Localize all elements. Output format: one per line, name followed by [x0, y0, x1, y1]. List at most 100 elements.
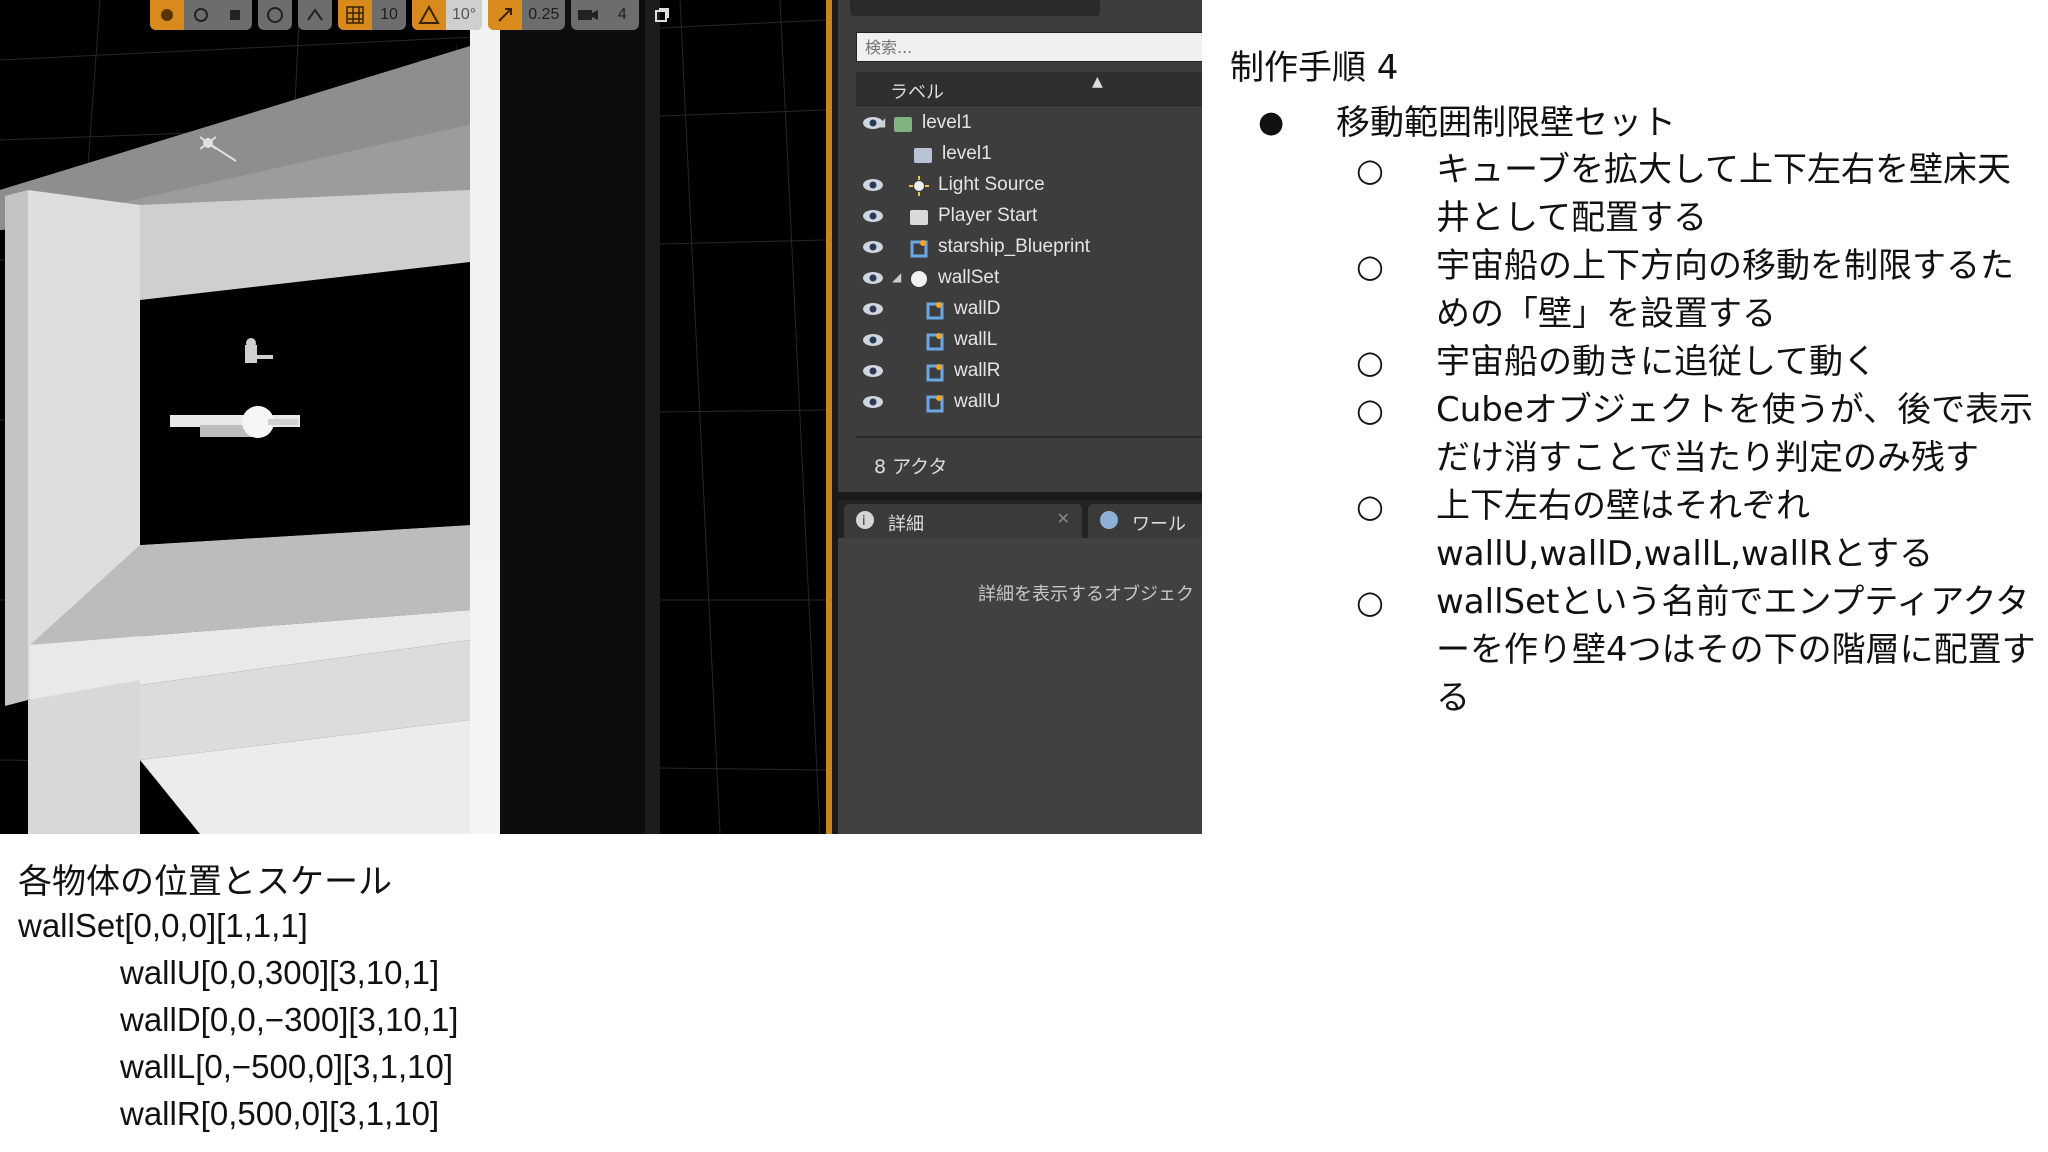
details-panel: 詳細を表示するオブジェク	[838, 538, 1202, 834]
actor-count: 8 アクタ	[874, 456, 948, 478]
transforms-list: wallSet[0,0,0][1,1,1] wallU[0,0,300][3,1…	[18, 902, 458, 1137]
outliner-row[interactable]: ◢ level1	[856, 108, 1202, 139]
grid-icon	[346, 6, 364, 24]
outliner-item-label: wallR	[954, 360, 1001, 381]
circle-bullet-icon: ○	[1356, 247, 1384, 285]
circle-bullet-icon: ○	[1356, 583, 1384, 621]
rotate-mode-button[interactable]	[184, 0, 218, 30]
list-item: ○ wallSetという名前でエンプティアクターを作り壁4つはその下の階層に配置す…	[1250, 578, 2040, 722]
transform-line: wallL[0,−500,0][3,1,10]	[120, 1048, 453, 1085]
surface-snap-button[interactable]	[298, 0, 332, 30]
steps-title: 制作手順 4	[1230, 48, 1399, 88]
viewport-scene	[0, 0, 826, 834]
scale-snap-icon	[498, 8, 513, 22]
blueprint-icon	[926, 364, 944, 382]
expand-arrow-icon[interactable]: ◢	[892, 270, 901, 284]
steps-heading: 移動範囲制限壁セット	[1336, 103, 1676, 143]
visibility-eye-icon[interactable]	[862, 239, 884, 255]
visibility-eye-icon[interactable]	[862, 270, 884, 286]
world-outliner-area: ラベル ▲ ◢ level1 level1 Light Source Player St…	[826, 0, 1202, 834]
camera-speed-value[interactable]: 4	[605, 0, 639, 30]
outliner-item-label: starship_Blueprint	[938, 236, 1091, 257]
details-tab-bar: i 詳細 ✕ ワール	[838, 500, 1202, 538]
outliner-row[interactable]: wallD	[856, 294, 1202, 325]
outliner-item-label: Light Source	[938, 174, 1045, 195]
blueprint-icon	[926, 333, 944, 351]
outliner-item-label: level1	[942, 143, 992, 164]
empty-actor-icon	[911, 271, 927, 287]
scale-icon	[230, 10, 240, 20]
angle-icon	[418, 5, 440, 24]
translate-mode-button[interactable]	[150, 0, 184, 30]
outliner-tree: ◢ level1 level1 Light Source Player Start sta…	[856, 108, 1202, 418]
tab-world-label: ワール	[1132, 514, 1186, 535]
light-icon	[909, 176, 929, 196]
outliner-row[interactable]: wallL	[856, 325, 1202, 356]
surface-snap-icon	[307, 8, 323, 21]
visibility-eye-icon[interactable]	[862, 177, 884, 193]
outliner-item-label: wallU	[954, 391, 1001, 412]
transform-line: wallU[0,0,300][3,10,1]	[120, 954, 440, 991]
maximize-icon	[655, 8, 670, 22]
tab-world-settings[interactable]: ワール	[1088, 504, 1202, 538]
visibility-eye-icon[interactable]	[862, 363, 884, 379]
rotate-icon	[194, 8, 208, 22]
level-viewport[interactable]: 10 10° 0.25 4	[0, 0, 826, 834]
outliner-row[interactable]: level1	[856, 139, 1202, 170]
outliner-row[interactable]: ◢ wallSet	[856, 263, 1202, 294]
expand-arrow-icon[interactable]: ◢	[876, 115, 885, 129]
viewport-toolbar: 10 10° 0.25 4	[150, 0, 679, 30]
outliner-row[interactable]: wallR	[856, 356, 1202, 387]
outliner-row[interactable]: Player Start	[856, 201, 1202, 232]
steps-heading-item: ● 移動範囲制限壁セット	[1250, 100, 2040, 146]
visibility-eye-icon[interactable]	[862, 208, 884, 224]
globe-icon	[1100, 511, 1118, 529]
bullet-icon: ●	[1258, 105, 1285, 140]
blueprint-icon	[910, 240, 928, 258]
close-icon[interactable]: ✕	[1057, 509, 1070, 528]
panel-border	[826, 0, 832, 834]
camera-icon	[578, 10, 599, 20]
outliner-row[interactable]: starship_Blueprint	[856, 232, 1202, 263]
outliner-tab[interactable]	[850, 0, 1100, 16]
camera-speed-button[interactable]	[571, 0, 605, 30]
circle-bullet-icon: ○	[1356, 151, 1384, 189]
steps-list: ● 移動範囲制限壁セット ○ キューブを拡大して上下左右を壁床天井として配置する …	[1250, 100, 2040, 722]
label-column-header: ラベル	[890, 82, 944, 103]
svg-text:i: i	[862, 514, 866, 529]
outliner-item-label: level1	[922, 112, 972, 133]
rotation-snap-toggle[interactable]	[412, 0, 446, 30]
scale-snap-value[interactable]: 0.25	[522, 0, 565, 30]
rotation-snap-value[interactable]: 10°	[446, 0, 483, 30]
globe-icon	[267, 7, 283, 23]
tab-details[interactable]: i 詳細 ✕	[844, 504, 1082, 538]
list-item: ○ Cubeオブジェクトを使うが、後で表示だけ消すことで当たり判定のみ残す	[1250, 386, 2040, 482]
scale-mode-button[interactable]	[218, 0, 252, 30]
transforms-title: 各物体の位置とスケール	[18, 862, 392, 902]
transform-line: wallR[0,500,0][3,1,10]	[120, 1095, 440, 1132]
world-icon	[894, 117, 912, 132]
level-icon	[914, 148, 932, 163]
visibility-eye-icon[interactable]	[862, 394, 884, 410]
visibility-eye-icon[interactable]	[862, 301, 884, 317]
list-item: ○ 宇宙船の動きに追従して動く	[1250, 338, 2040, 386]
visibility-eye-icon[interactable]	[862, 332, 884, 348]
outliner-item-label: wallL	[954, 329, 998, 350]
transform-line: wallSet[0,0,0][1,1,1]	[18, 907, 308, 944]
move-icon	[161, 9, 173, 21]
grid-snap-value[interactable]: 10	[372, 0, 406, 30]
details-empty-message: 詳細を表示するオブジェク	[978, 584, 1194, 605]
scale-snap-toggle[interactable]	[488, 0, 523, 30]
outliner-row[interactable]: Light Source	[856, 170, 1202, 201]
sort-ascending-icon: ▲	[1092, 74, 1103, 90]
column-header[interactable]: ラベル ▲	[856, 72, 1202, 106]
search-input[interactable]	[856, 32, 1202, 62]
grid-snap-toggle[interactable]	[338, 0, 372, 30]
list-item: ○ 上下左右の壁はそれぞれ wallU,wallD,wallL,wallRとする	[1250, 482, 2040, 578]
list-item: ○ キューブを拡大して上下左右を壁床天井として配置する	[1250, 146, 2040, 242]
outliner-item-label: Player Start	[938, 205, 1038, 226]
outliner-item-label: wallD	[954, 298, 1001, 319]
outliner-row[interactable]: wallU	[856, 387, 1202, 418]
maximize-viewport-button[interactable]	[645, 0, 679, 30]
world-local-toggle[interactable]	[258, 0, 292, 30]
